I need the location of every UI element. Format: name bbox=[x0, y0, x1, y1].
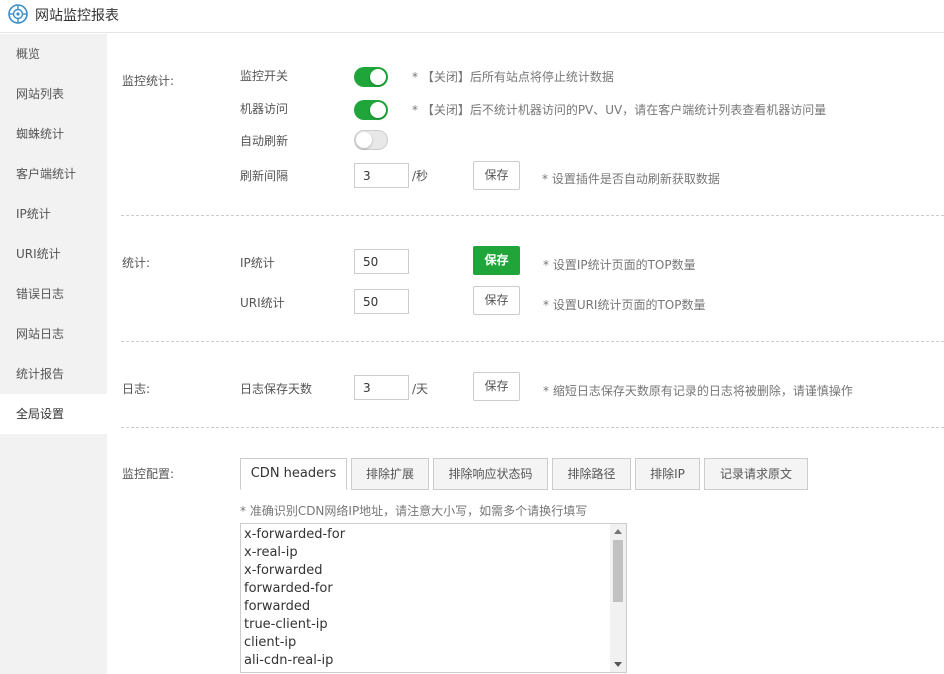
title-bar: 网站监控报表 bbox=[0, 0, 944, 33]
cdn-header-line: x-forwarded bbox=[244, 563, 323, 578]
config-section-label: 监控配置: bbox=[122, 467, 175, 481]
log-days-unit: /天 bbox=[412, 382, 429, 396]
monitor-globe-icon bbox=[8, 4, 28, 24]
ip-top-save-button[interactable]: 保存 bbox=[473, 246, 520, 275]
refresh-interval-unit: /秒 bbox=[412, 169, 429, 183]
cdn-header-line: ali-cdn-real-ip bbox=[244, 653, 334, 668]
tab-record-request[interactable]: 记录请求原文 bbox=[704, 458, 808, 490]
app-title: 网站监控报表 bbox=[35, 8, 119, 24]
log-days-hint: * 缩短日志保存天数原有记录的日志将被删除，请谨慎操作 bbox=[543, 384, 853, 398]
sidebar-item-overview[interactable]: 概览 bbox=[0, 34, 107, 74]
sidebar-item-ip-stats[interactable]: IP统计 bbox=[0, 194, 107, 234]
scroll-down-arrow-icon[interactable] bbox=[614, 662, 622, 667]
settings-panel: 监控统计: 监控开关 * 【关闭】后所有站点将停止统计数据 机器访问 * 【关闭… bbox=[107, 34, 944, 674]
sidebar-item-spider-stats[interactable]: 蜘蛛统计 bbox=[0, 114, 107, 154]
uri-top-save-button[interactable]: 保存 bbox=[473, 286, 520, 315]
tab-exclude-status-codes[interactable]: 排除响应状态码 bbox=[433, 458, 548, 490]
sidebar-item-client-stats[interactable]: 客户端统计 bbox=[0, 154, 107, 194]
cdn-header-line: client-ip bbox=[244, 635, 297, 650]
refresh-interval-hint: * 设置插件是否自动刷新获取数据 bbox=[542, 172, 720, 186]
scroll-up-arrow-icon[interactable] bbox=[614, 529, 622, 534]
cdn-header-line: forwarded bbox=[244, 599, 311, 614]
toggle-knob bbox=[370, 102, 386, 118]
refresh-interval-label: 刷新间隔 bbox=[240, 169, 289, 183]
sidebar-item-report[interactable]: 统计报告 bbox=[0, 354, 107, 394]
uri-top-hint: * 设置URI统计页面的TOP数量 bbox=[543, 298, 706, 312]
ip-stats-label: IP统计 bbox=[240, 256, 275, 270]
tab-exclude-extensions[interactable]: 排除扩展 bbox=[351, 458, 429, 490]
auto-refresh-label: 自动刷新 bbox=[240, 134, 289, 148]
ip-top-hint: * 设置IP统计页面的TOP数量 bbox=[543, 258, 696, 272]
section-divider bbox=[121, 215, 944, 216]
tab-exclude-ip[interactable]: 排除IP bbox=[635, 458, 700, 490]
ip-top-input[interactable] bbox=[354, 249, 409, 274]
cdn-header-line: true-client-ip bbox=[244, 617, 328, 632]
sidebar: 概览 网站列表 蜘蛛统计 客户端统计 IP统计 URI统计 错误日志 网站日志 … bbox=[0, 34, 107, 674]
robot-access-hint: * 【关闭】后不统计机器访问的PV、UV，请在客户端统计列表查看机器访问量 bbox=[412, 103, 827, 117]
log-section-label: 日志: bbox=[122, 382, 151, 396]
sidebar-item-site-log[interactable]: 网站日志 bbox=[0, 314, 107, 354]
sidebar-item-site-list[interactable]: 网站列表 bbox=[0, 74, 107, 114]
log-days-save-button[interactable]: 保存 bbox=[473, 372, 520, 401]
log-days-label: 日志保存天数 bbox=[240, 382, 313, 396]
sidebar-item-error-log[interactable]: 错误日志 bbox=[0, 274, 107, 314]
cdn-header-line: x-forwarded-for bbox=[244, 527, 346, 542]
sidebar-item-global-settings[interactable]: 全局设置 bbox=[0, 394, 107, 434]
cdn-headers-lines: x-forwarded-for x-real-ip x-forwarded fo… bbox=[244, 526, 345, 670]
toggle-knob bbox=[356, 132, 372, 148]
auto-refresh-toggle[interactable] bbox=[354, 130, 388, 150]
cdn-headers-textarea[interactable]: x-forwarded-for x-real-ip x-forwarded fo… bbox=[240, 523, 627, 673]
scrollbar-thumb[interactable] bbox=[613, 540, 623, 602]
uri-top-input[interactable] bbox=[354, 289, 409, 314]
section-divider bbox=[121, 341, 944, 342]
cdn-header-line: x-real-ip bbox=[244, 545, 298, 560]
robot-access-toggle[interactable] bbox=[354, 100, 388, 120]
refresh-interval-input[interactable] bbox=[354, 163, 409, 188]
robot-access-label: 机器访问 bbox=[240, 102, 289, 116]
cdn-headers-hint: * 准确识别CDN网络IP地址，请注意大小写，如需多个请换行填写 bbox=[240, 504, 588, 518]
log-days-input[interactable] bbox=[354, 375, 409, 400]
section-divider bbox=[121, 427, 944, 428]
toggle-knob bbox=[370, 69, 386, 85]
monitor-section-label: 监控统计: bbox=[122, 74, 175, 88]
textarea-scrollbar[interactable] bbox=[610, 524, 626, 672]
refresh-interval-save-button[interactable]: 保存 bbox=[473, 161, 520, 190]
tab-exclude-paths[interactable]: 排除路径 bbox=[552, 458, 631, 490]
tab-cdn-headers[interactable]: CDN headers bbox=[240, 458, 347, 490]
monitor-switch-hint: * 【关闭】后所有站点将停止统计数据 bbox=[412, 70, 614, 84]
monitor-switch-toggle[interactable] bbox=[354, 67, 388, 87]
cdn-header-line: forwarded-for bbox=[244, 581, 333, 596]
monitor-switch-label: 监控开关 bbox=[240, 69, 289, 83]
uri-stats-label: URI统计 bbox=[240, 296, 285, 310]
sidebar-item-uri-stats[interactable]: URI统计 bbox=[0, 234, 107, 274]
stats-section-label: 统计: bbox=[122, 256, 151, 270]
